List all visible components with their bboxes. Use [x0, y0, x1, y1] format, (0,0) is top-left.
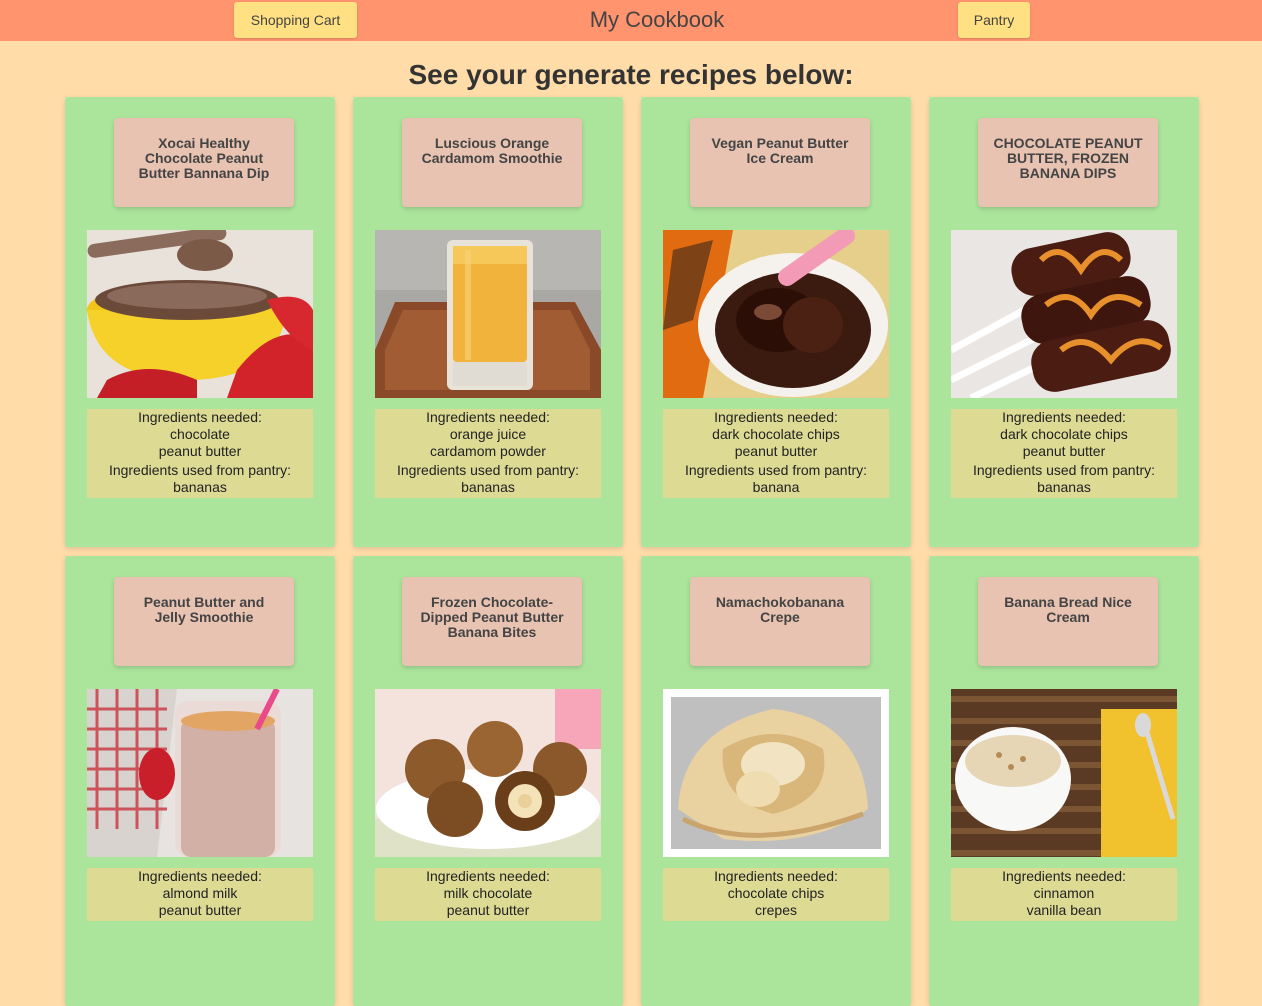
app-title: My Cookbook — [589, 7, 725, 32]
ingredient-item: milk chocolate — [443, 885, 533, 901]
recipe-title: Luscious Orange Cardamom Smoothie — [402, 118, 582, 207]
top-bar: Shopping Cart My Cookbook Pantry — [0, 0, 1262, 41]
needed-ingredients-list: cinnamon vanilla bean — [951, 885, 1177, 919]
ingredient-item: almond milk — [162, 885, 238, 901]
recipe-card[interactable]: Namachokobanana Crepe Ingredients needed… — [641, 556, 911, 1006]
ingredients-box: Ingredients needed: dark chocolate chips p… — [951, 409, 1177, 498]
pantry-used-label: Ingredients used from pantry: — [108, 462, 292, 478]
recipe-title: Vegan Peanut Butter Ice Cream — [690, 118, 870, 207]
pantry-ingredient-item: banana — [752, 479, 800, 495]
ingredient-item: peanut butter — [446, 902, 530, 918]
pantry-ingredient-item: bananas — [461, 479, 515, 495]
ingredient-item: dark chocolate chips — [1000, 426, 1128, 442]
pantry-ingredients-list: banana — [663, 479, 889, 496]
needed-ingredients-list: almond milk peanut butter — [87, 885, 313, 919]
ingredients-needed-label: Ingredients needed: — [426, 868, 550, 884]
ingredient-item: cinnamon — [1033, 885, 1095, 901]
pantry-button[interactable]: Pantry — [958, 2, 1030, 38]
ingredients-box: Ingredients needed: chocolate chips crepes — [663, 868, 889, 921]
pantry-ingredients-list: bananas — [375, 479, 601, 496]
recipe-image[interactable] — [951, 689, 1177, 857]
ingredients-needed-label: Ingredients needed: — [426, 409, 550, 425]
recipe-title: Frozen Chocolate-Dipped Peanut Butter Ba… — [402, 577, 582, 666]
needed-ingredients-list: orange juice cardamom powder — [375, 426, 601, 460]
recipe-title: Peanut Butter and Jelly Smoothie — [114, 577, 294, 666]
recipe-card[interactable]: Vegan Peanut Butter Ice Cream Ingredient… — [641, 97, 911, 547]
recipe-image[interactable] — [951, 230, 1177, 398]
ingredient-item: peanut butter — [734, 443, 818, 459]
ingredients-box: Ingredients needed: milk chocolate peanut … — [375, 868, 601, 921]
recipe-image[interactable] — [375, 230, 601, 398]
recipe-title: CHOCOLATE PEANUT BUTTER, FROZEN BANANA D… — [978, 118, 1158, 207]
needed-ingredients-list: milk chocolate peanut butter — [375, 885, 601, 919]
recipe-title: Xocai Healthy Chocolate Peanut Butter Ba… — [114, 118, 294, 207]
pantry-ingredients-list: bananas — [87, 479, 313, 496]
recipe-image[interactable] — [375, 689, 601, 857]
ingredient-item: vanilla bean — [1026, 902, 1102, 918]
ingredients-needed-label: Ingredients needed: — [138, 409, 262, 425]
ingredients-box: Ingredients needed: chocolate peanut butte… — [87, 409, 313, 498]
needed-ingredients-list: dark chocolate chips peanut butter — [951, 426, 1177, 460]
ingredient-item: peanut butter — [1022, 443, 1106, 459]
needed-ingredients-list: chocolate peanut butter — [87, 426, 313, 460]
ingredients-needed-label: Ingredients needed: — [1002, 409, 1126, 425]
pantry-used-label: Ingredients used from pantry: — [396, 462, 580, 478]
ingredients-box: Ingredients needed: cinnamon vanilla bean — [951, 868, 1177, 921]
ingredient-item: cardamom powder — [430, 443, 546, 459]
recipe-card[interactable]: Xocai Healthy Chocolate Peanut Butter Ba… — [65, 97, 335, 547]
ingredients-needed-label: Ingredients needed: — [714, 409, 838, 425]
needed-ingredients-list: chocolate chips crepes — [663, 885, 889, 919]
recipe-title: Namachokobanana Crepe — [690, 577, 870, 666]
recipe-card[interactable]: Luscious Orange Cardamom Smoothie Ingred… — [353, 97, 623, 547]
ingredient-item: peanut butter — [158, 443, 242, 459]
recipe-image[interactable] — [663, 230, 889, 398]
pantry-used-label: Ingredients used from pantry: — [972, 462, 1156, 478]
pantry-used-label: Ingredients used from pantry: — [684, 462, 868, 478]
ingredients-needed-label: Ingredients needed: — [714, 868, 838, 884]
ingredient-item: dark chocolate chips — [712, 426, 840, 442]
needed-ingredients-list: dark chocolate chips peanut butter — [663, 426, 889, 460]
pantry-ingredient-item: bananas — [173, 479, 227, 495]
recipe-card[interactable]: Peanut Butter and Jelly Smoothie Ingredi… — [65, 556, 335, 1006]
ingredient-item: peanut butter — [158, 902, 242, 918]
recipe-card[interactable]: Banana Bread Nice Cream Ingredients need… — [929, 556, 1199, 1006]
pantry-ingredient-item: bananas — [1037, 479, 1091, 495]
ingredients-needed-label: Ingredients needed: — [1002, 868, 1126, 884]
recipe-card[interactable]: Frozen Chocolate-Dipped Peanut Butter Ba… — [353, 556, 623, 1006]
ingredient-item: orange juice — [449, 426, 527, 442]
recipe-image[interactable] — [663, 689, 889, 857]
ingredients-box: Ingredients needed: almond milk peanut but… — [87, 868, 313, 921]
ingredients-box: Ingredients needed: dark chocolate chips p… — [663, 409, 889, 498]
recipe-card[interactable]: CHOCOLATE PEANUT BUTTER, FROZEN BANANA D… — [929, 97, 1199, 547]
ingredient-item: chocolate chips — [727, 885, 825, 901]
ingredient-item: crepes — [754, 902, 798, 918]
ingredients-needed-label: Ingredients needed: — [138, 868, 262, 884]
ingredients-box: Ingredients needed: orange juice cardamom … — [375, 409, 601, 498]
recipe-title: Banana Bread Nice Cream — [978, 577, 1158, 666]
ingredient-item: chocolate — [170, 426, 230, 442]
pantry-ingredients-list: bananas — [951, 479, 1177, 496]
recipe-image[interactable] — [87, 230, 313, 398]
recipe-image[interactable] — [87, 689, 313, 857]
page-heading: See your generate recipes below: — [408, 59, 854, 90]
